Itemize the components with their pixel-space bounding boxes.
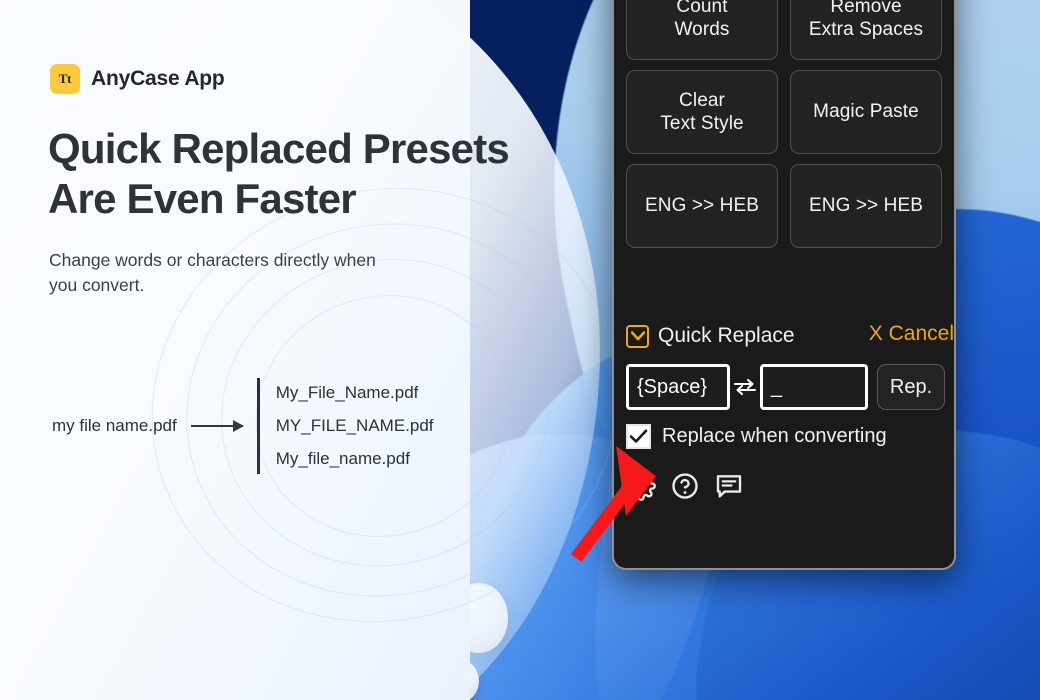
replace-when-converting-checkbox[interactable] (626, 424, 651, 449)
page-title: Quick Replaced Presets Are Even Faster (48, 125, 510, 222)
example-transform: my file name.pdf My_File_Name.pdf MY_FIL… (52, 378, 434, 474)
replace-input[interactable]: _ (760, 364, 868, 410)
preset-button-eng-to-heb-2[interactable]: ENG >> HEB (790, 164, 942, 248)
arrow-right-icon (190, 420, 244, 432)
preset-button-count-words[interactable]: Count Words (626, 0, 778, 60)
preset-button-magic-paste[interactable]: Magic Paste (790, 70, 942, 154)
find-input[interactable]: {Space} (626, 364, 730, 410)
replace-when-converting-row[interactable]: Replace when converting (626, 424, 946, 449)
brand-name: AnyCase App (91, 67, 225, 90)
list-item: MY_FILE_NAME.pdf (275, 416, 434, 435)
swap-arrows-icon (733, 378, 757, 396)
replace-when-converting-label: Replace when converting (662, 425, 887, 447)
page-subtitle: Change words or characters directly when… (49, 250, 376, 296)
list-item: My_file_name.pdf (275, 449, 410, 468)
example-source-filename: my file name.pdf (52, 416, 177, 435)
quick-replace-fields-row: {Space} _ Rep. (626, 364, 946, 410)
marketing-content: Tt AnyCase App Quick Replaced Presets Ar… (0, 0, 600, 700)
list-item: My_File_Name.pdf (275, 383, 419, 402)
preset-button-remove-extra-spaces[interactable]: Remove Extra Spaces (790, 0, 942, 60)
gear-icon[interactable] (626, 471, 656, 501)
chevron-down-icon (630, 331, 645, 341)
brand-lockup: Tt AnyCase App (50, 64, 225, 94)
quick-replace-title: Quick Replace (658, 324, 795, 347)
anycase-app-panel: Toggle Case AlTeRnAtInG Count Words Remo… (612, 0, 956, 570)
quick-replace-cancel-button[interactable]: X Cancel (869, 322, 954, 346)
feedback-icon[interactable] (714, 471, 744, 501)
preset-button-clear-text-style[interactable]: Clear Text Style (626, 70, 778, 154)
screenshot-root: Tt AnyCase App Quick Replaced Presets Ar… (0, 0, 1040, 700)
quick-replace-section: Quick Replace X Cancel {Space} _ Rep. Re… (626, 320, 954, 501)
swap-fields-button[interactable] (730, 377, 760, 397)
preset-button-grid: Toggle Case AlTeRnAtInG Count Words Remo… (626, 0, 942, 248)
replace-button[interactable]: Rep. (877, 364, 945, 410)
example-results-list: My_File_Name.pdf MY_FILE_NAME.pdf My_fil… (256, 378, 434, 474)
help-circle-icon[interactable] (670, 471, 700, 501)
preset-button-eng-to-heb-1[interactable]: ENG >> HEB (626, 164, 778, 248)
check-icon (629, 429, 648, 443)
panel-footer-icons (626, 471, 946, 501)
app-logo-icon: Tt (50, 64, 80, 94)
quick-replace-expand-toggle[interactable] (626, 324, 649, 348)
quick-replace-header: Quick Replace X Cancel (626, 320, 954, 352)
